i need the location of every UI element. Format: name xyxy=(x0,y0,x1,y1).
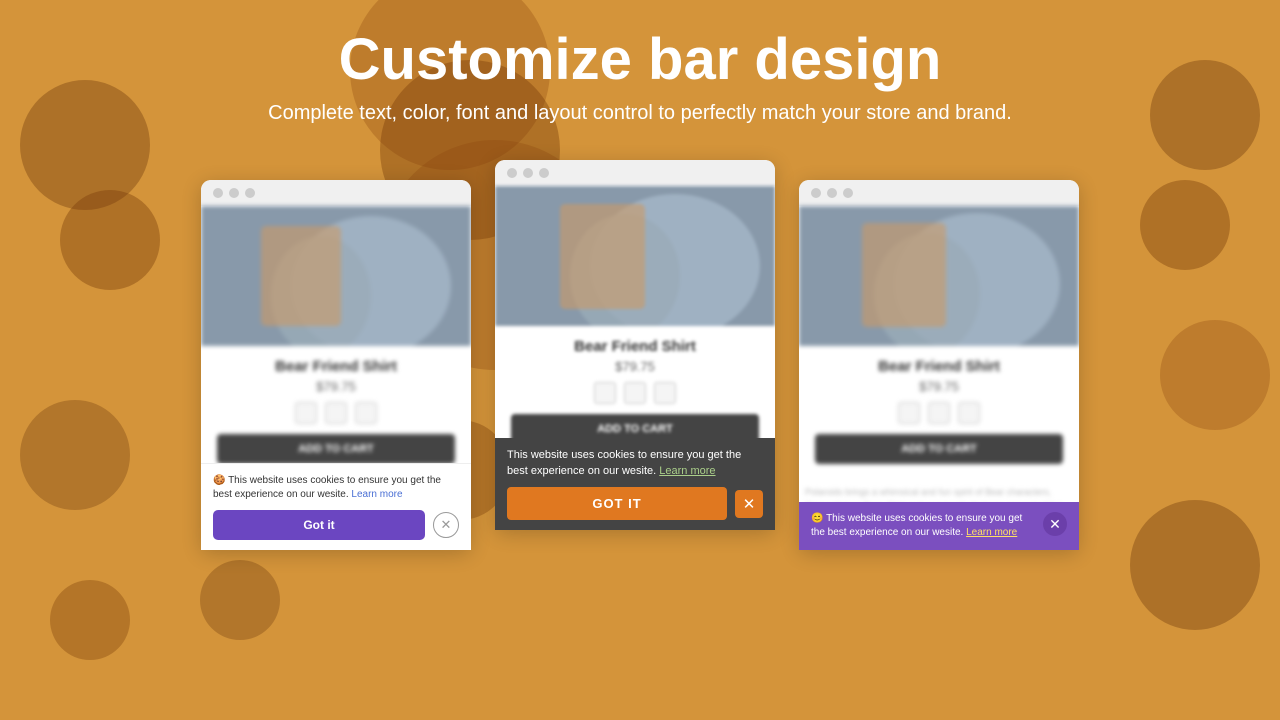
browser-right: Bear Friend Shirt $79.75 ADD TO CART Pol… xyxy=(799,180,1079,550)
browser-center: Bear Friend Shirt $79.75 ADD TO CART Pol… xyxy=(495,160,775,530)
product-title-right: Bear Friend Shirt xyxy=(815,358,1063,375)
browser-content-right: Bear Friend Shirt $79.75 ADD TO CART Pol… xyxy=(799,206,1079,550)
size-m-r xyxy=(958,402,980,424)
size-s-r xyxy=(928,402,950,424)
close-button-center[interactable]: ✕ xyxy=(735,490,763,518)
browser-titlebar-right xyxy=(799,180,1079,206)
size-s-c xyxy=(624,382,646,404)
size-s xyxy=(325,402,347,424)
cookie-emoji-right: 😊 xyxy=(811,513,826,524)
product-sizes-left xyxy=(217,402,455,424)
product-price-center: $79.75 xyxy=(511,359,759,374)
browser-titlebar-left xyxy=(201,180,471,206)
got-it-button-center[interactable]: GOT IT xyxy=(507,487,727,520)
page-title: Customize bar design xyxy=(0,28,1280,92)
traffic-light-green xyxy=(245,188,255,198)
traffic-light-yellow-c xyxy=(523,168,533,178)
cookie-banner-right: 😊 This website uses cookies to ensure yo… xyxy=(799,502,1079,550)
cookie-learn-more-left[interactable]: Learn more xyxy=(351,489,402,500)
add-to-cart-right[interactable]: ADD TO CART xyxy=(815,434,1063,464)
size-xs xyxy=(295,402,317,424)
product-image-right xyxy=(799,206,1079,346)
traffic-light-red-r xyxy=(811,188,821,198)
traffic-light-red xyxy=(213,188,223,198)
cookie-text-left: 🍪 This website uses cookies to ensure yo… xyxy=(213,474,459,502)
browser-content-center: Bear Friend Shirt $79.75 ADD TO CART Pol… xyxy=(495,186,775,530)
traffic-light-green-r xyxy=(843,188,853,198)
header: Customize bar design Complete text, colo… xyxy=(0,0,1280,125)
browser-content-left: Bear Friend Shirt $79.75 ADD TO CART Pol… xyxy=(201,206,471,550)
product-image-center xyxy=(495,186,775,326)
cookie-emoji-left: 🍪 xyxy=(213,475,228,486)
close-button-right[interactable]: ✕ xyxy=(1043,512,1067,536)
add-to-cart-left[interactable]: ADD TO CART xyxy=(217,434,455,464)
traffic-light-green-c xyxy=(539,168,549,178)
cookie-banner-left: 🍪 This website uses cookies to ensure yo… xyxy=(201,463,471,550)
cookie-learn-more-right[interactable]: Learn more xyxy=(966,527,1017,538)
close-icon-left: ✕ xyxy=(441,517,452,533)
traffic-light-yellow xyxy=(229,188,239,198)
got-it-button-left[interactable]: Got it xyxy=(213,510,425,540)
size-m-c xyxy=(654,382,676,404)
product-price-right: $79.75 xyxy=(815,379,1063,394)
product-price-left: $79.75 xyxy=(217,379,455,394)
product-sizes-center xyxy=(511,382,759,404)
product-title-left: Bear Friend Shirt xyxy=(217,358,455,375)
product-title-center: Bear Friend Shirt xyxy=(511,338,759,355)
product-image-left xyxy=(201,206,471,346)
cookie-actions-center: GOT IT ✕ xyxy=(507,487,763,520)
browser-window-right: Bear Friend Shirt $79.75 ADD TO CART Pol… xyxy=(799,180,1079,550)
cookie-text-right: 😊 This website uses cookies to ensure yo… xyxy=(811,512,1037,540)
close-button-left[interactable]: ✕ xyxy=(433,512,459,538)
size-xs-r xyxy=(898,402,920,424)
close-icon-right: ✕ xyxy=(1049,516,1061,533)
browser-titlebar-center xyxy=(495,160,775,186)
close-icon-center: ✕ xyxy=(743,495,756,513)
traffic-light-yellow-r xyxy=(827,188,837,198)
page-subtitle: Complete text, color, font and layout co… xyxy=(0,102,1280,125)
product-sizes-right xyxy=(815,402,1063,424)
browsers-row: Bear Friend Shirt $79.75 ADD TO CART Pol… xyxy=(90,160,1190,550)
size-m xyxy=(355,402,377,424)
browser-left: Bear Friend Shirt $79.75 ADD TO CART Pol… xyxy=(201,180,471,550)
product-info-right: Bear Friend Shirt $79.75 ADD TO CART xyxy=(799,346,1079,486)
size-xs-c xyxy=(594,382,616,404)
cookie-text-center: This website uses cookies to ensure you … xyxy=(507,448,763,479)
browser-window-center: Bear Friend Shirt $79.75 ADD TO CART Pol… xyxy=(495,160,775,530)
browser-window-left: Bear Friend Shirt $79.75 ADD TO CART Pol… xyxy=(201,180,471,550)
traffic-light-red-c xyxy=(507,168,517,178)
cookie-banner-center: This website uses cookies to ensure you … xyxy=(495,438,775,530)
cookie-inner-right: 😊 This website uses cookies to ensure yo… xyxy=(811,512,1067,540)
cookie-learn-more-center[interactable]: Learn more xyxy=(659,465,715,477)
cookie-actions-left: Got it ✕ xyxy=(213,510,459,540)
